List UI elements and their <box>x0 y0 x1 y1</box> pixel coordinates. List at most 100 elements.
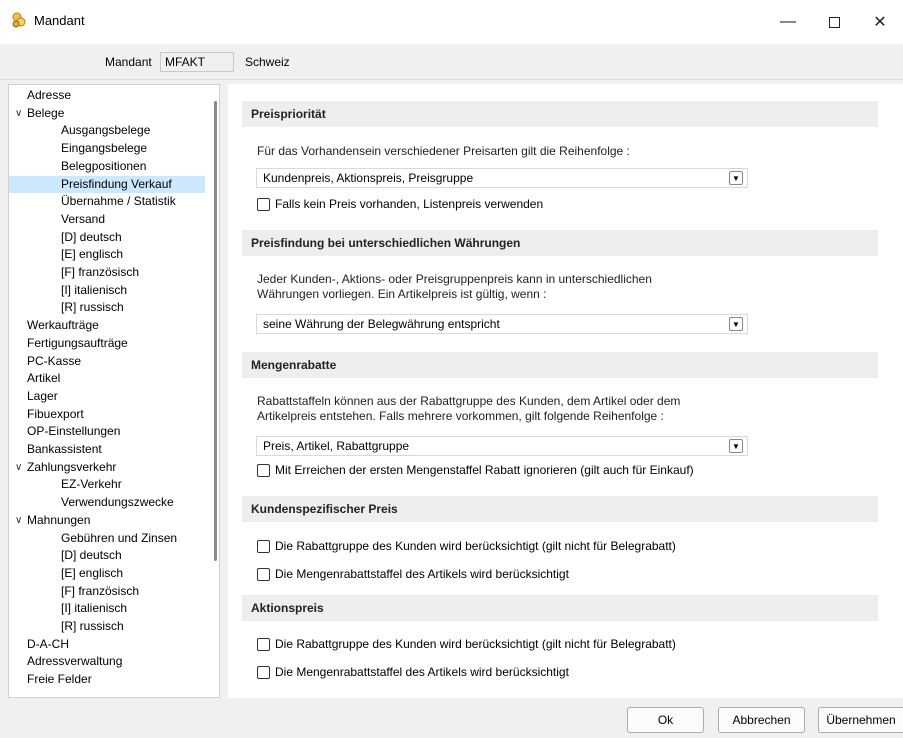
mengenstaffel-checkbox[interactable] <box>257 463 270 477</box>
tree-item[interactable]: Fibuexport <box>27 406 84 423</box>
tree-item-label: [F] französisch <box>61 583 140 598</box>
tree-item[interactable]: Lager <box>27 388 58 405</box>
settings-tree[interactable]: Adresse ∨ Belege Ausgangsbelege Eingangsbele… <box>8 84 220 698</box>
preisprio-dropdown[interactable]: Kundenpreis, Aktionspreis, Preisgruppe ▼ <box>256 168 748 188</box>
section-waehrungen-header: Preisfindung bei unterschiedlichen Währu… <box>242 230 878 256</box>
mandant-label: Mandant <box>105 55 152 69</box>
kunden-mengenrabatt-label: Die Mengenrabattstaffel des Artikels wir… <box>275 567 569 581</box>
aktion-mengenrabatt-checkbox[interactable] <box>257 665 270 679</box>
tree-item[interactable]: Bankassistent <box>27 441 102 458</box>
tree-item-label: Artikel <box>27 371 61 386</box>
tree-item[interactable]: OP-Einstellungen <box>27 423 120 440</box>
tree-item-label: D-A-CH <box>27 636 69 651</box>
tree-item[interactable]: [F] französisch <box>61 583 139 600</box>
preisprio-description: Für das Vorhandensein verschiedener Prei… <box>257 144 630 158</box>
chevron-down-icon[interactable]: ∨ <box>15 512 27 529</box>
waehrung-dropdown-value: seine Währung der Belegwährung entsprich… <box>263 317 500 331</box>
waehrung-description-line1: Jeder Kunden-, Aktions- oder Preisgruppe… <box>257 272 652 286</box>
tree-item[interactable]: PC-Kasse <box>27 353 81 370</box>
tree-item[interactable]: Werkaufträge <box>27 317 99 334</box>
tree-item[interactable]: Adresse <box>27 87 71 104</box>
tree-item[interactable]: ∨ Mahnungen <box>15 512 91 529</box>
kunden-rabattgruppe-checkbox[interactable] <box>257 539 270 553</box>
tree-item-label: [E] englisch <box>61 565 124 580</box>
chevron-down-icon[interactable]: ▼ <box>729 171 743 185</box>
section-kundenpreis-header: Kundenspezifischer Preis <box>242 496 878 522</box>
tree-item-label: Adresse <box>27 88 72 102</box>
listenpreis-checkbox-row[interactable]: Falls kein Preis vorhanden, Listenpreis … <box>257 196 543 212</box>
tree-item-label: Belege <box>27 105 65 120</box>
minimize-button[interactable]: — <box>765 0 811 44</box>
close-button[interactable]: ✕ <box>857 0 903 44</box>
tree-item[interactable]: D-A-CH <box>27 636 69 653</box>
aktion-rabattgruppe-label: Die Rabattgruppe des Kunden wird berücks… <box>275 637 676 651</box>
tree-item[interactable]: EZ-Verkehr <box>61 476 122 493</box>
tree-item[interactable]: ∨ Zahlungsverkehr <box>15 459 116 476</box>
settings-content: Preispriorität Für das Vorhandensein ver… <box>228 84 903 698</box>
tree-item[interactable]: Gebühren und Zinsen <box>61 530 177 547</box>
mengenstaffel-checkbox-row[interactable]: Mit Erreichen der ersten Mengenstaffel R… <box>257 462 694 478</box>
tree-item-label: Adressverwaltung <box>27 654 123 669</box>
tree-item-label: [D] deutsch <box>61 229 122 244</box>
tree-item[interactable]: [E] englisch <box>61 246 123 263</box>
tree-item[interactable]: [R] russisch <box>61 618 124 635</box>
tree-item-label: Belegpositionen <box>61 158 147 173</box>
tree-item[interactable]: ∨ Belege <box>15 105 65 122</box>
tree-item[interactable]: Belegpositionen <box>61 158 146 175</box>
mengen-description-line2: Artikelpreis entstehen. Falls mehrere vo… <box>257 409 664 423</box>
chevron-down-icon[interactable]: ▼ <box>729 317 743 331</box>
tree-item-label: Versand <box>61 211 106 226</box>
tree-item[interactable]: [I] italienisch <box>61 282 127 299</box>
tree-item[interactable]: Versand <box>61 211 105 228</box>
tree-item[interactable]: [D] deutsch <box>61 229 122 246</box>
apply-button[interactable]: Übernehmen <box>818 707 903 733</box>
chevron-down-icon[interactable]: ∨ <box>15 105 27 122</box>
chevron-down-icon[interactable]: ∨ <box>15 459 27 476</box>
aktion-rabattgruppe-checkbox[interactable] <box>257 637 270 651</box>
tree-item-label: [I] italienisch <box>61 601 128 616</box>
tree-item[interactable]: Übernahme / Statistik <box>61 193 176 210</box>
kunden-rabattgruppe-row[interactable]: Die Rabattgruppe des Kunden wird berücks… <box>257 538 676 554</box>
tree-item[interactable]: Verwendungszwecke <box>61 494 174 511</box>
tree-item-label: Freie Felder <box>27 672 92 687</box>
tree-item[interactable]: Adressverwaltung <box>27 653 122 670</box>
aktion-rabattgruppe-row[interactable]: Die Rabattgruppe des Kunden wird berücks… <box>257 636 676 652</box>
kunden-mengenrabatt-checkbox[interactable] <box>257 567 270 581</box>
tree-item[interactable]: Ausgangsbelege <box>61 122 150 139</box>
tree-item[interactable]: [E] englisch <box>61 565 123 582</box>
maximize-button[interactable] <box>811 0 857 44</box>
chevron-down-icon[interactable]: ▼ <box>729 439 743 453</box>
tree-item[interactable]: Artikel <box>27 370 60 387</box>
tree-item-label: [F] französisch <box>61 265 140 279</box>
tree-item[interactable]: Fertigungsaufträge <box>27 335 128 352</box>
kunden-rabattgruppe-label: Die Rabattgruppe des Kunden wird berücks… <box>275 539 676 553</box>
tree-item-label: Verwendungszwecke <box>61 495 174 510</box>
tree-item[interactable]: Preisfindung Verkauf <box>9 175 205 193</box>
waehrung-description-line2: Währungen vorliegen. Ein Artikelpreis is… <box>257 287 547 301</box>
cancel-button[interactable]: Abbrechen <box>718 707 805 733</box>
aktion-mengenrabatt-row[interactable]: Die Mengenrabattstaffel des Artikels wir… <box>257 664 569 680</box>
tree-item-label: OP-Einstellungen <box>27 424 121 439</box>
listenpreis-checkbox[interactable] <box>257 197 270 211</box>
kunden-mengenrabatt-row[interactable]: Die Mengenrabattstaffel des Artikels wir… <box>257 566 569 582</box>
tree-item[interactable]: [R] russisch <box>61 299 124 316</box>
tree-item-label: Ausgangsbelege <box>61 123 151 138</box>
tree-scrollbar[interactable] <box>212 85 219 697</box>
section-aktionspreis-header: Aktionspreis <box>242 595 878 621</box>
tree-item-label: Lager <box>27 388 58 403</box>
mandant-header: Mandant MFAKT Schweiz <box>0 44 903 80</box>
tree-item[interactable]: [I] italienisch <box>61 600 127 617</box>
listenpreis-checkbox-label: Falls kein Preis vorhanden, Listenpreis … <box>275 197 544 211</box>
mengen-dropdown[interactable]: Preis, Artikel, Rabattgruppe ▼ <box>256 436 748 456</box>
waehrung-dropdown[interactable]: seine Währung der Belegwährung entsprich… <box>256 314 748 334</box>
tree-item-label: Mahnungen <box>27 512 91 527</box>
mandant-name: Schweiz <box>245 55 290 69</box>
tree-item[interactable]: Eingangsbelege <box>61 140 147 157</box>
tree-scrollbar-thumb[interactable] <box>214 101 217 561</box>
tree-item[interactable]: [D] deutsch <box>61 547 122 564</box>
aktion-mengenrabatt-label: Die Mengenrabattstaffel des Artikels wir… <box>275 665 569 679</box>
tree-item-label: [D] deutsch <box>61 548 122 563</box>
tree-item[interactable]: [F] französisch <box>61 264 139 281</box>
ok-button[interactable]: Ok <box>627 707 704 733</box>
tree-item[interactable]: Freie Felder <box>27 671 92 688</box>
